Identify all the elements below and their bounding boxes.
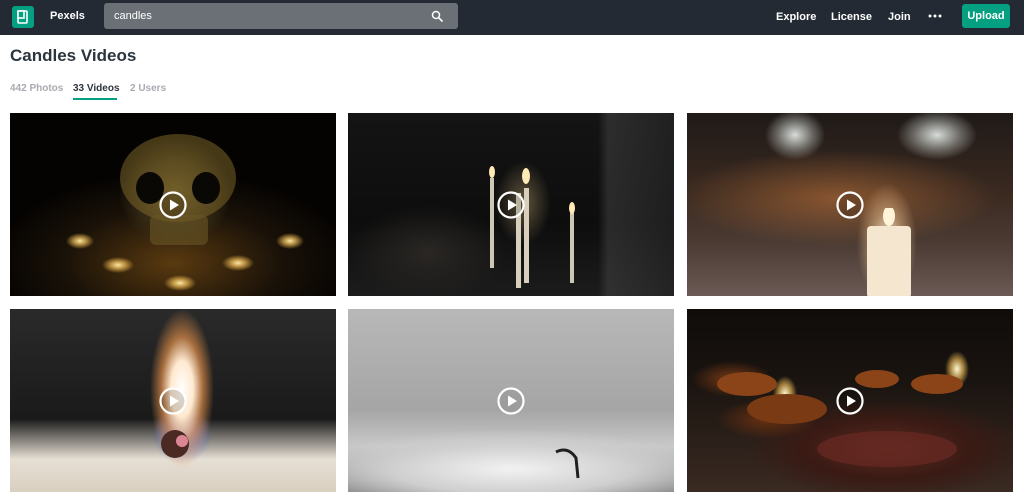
wick-shape bbox=[161, 430, 189, 458]
macro-wick-shape bbox=[555, 448, 580, 479]
video-thumbnail[interactable] bbox=[348, 309, 674, 492]
active-tab-indicator bbox=[73, 98, 117, 100]
video-thumbnail[interactable] bbox=[687, 113, 1013, 296]
play-icon[interactable] bbox=[497, 386, 525, 415]
pexels-logo-icon[interactable] bbox=[12, 6, 34, 28]
video-thumbnail[interactable] bbox=[10, 309, 336, 492]
search-bar[interactable] bbox=[104, 3, 458, 29]
tab-users[interactable]: 2 Users bbox=[130, 83, 166, 94]
play-icon[interactable] bbox=[836, 386, 864, 415]
top-navbar: Pexels Explore License Join Upload bbox=[0, 0, 1024, 35]
nav-link-join[interactable]: Join bbox=[888, 11, 911, 23]
play-icon[interactable] bbox=[159, 190, 187, 219]
play-icon[interactable] bbox=[497, 190, 525, 219]
tab-photos[interactable]: 442 Photos bbox=[10, 83, 63, 94]
tab-videos[interactable]: 33 Videos bbox=[73, 83, 120, 94]
play-icon[interactable] bbox=[836, 190, 864, 219]
brand-name[interactable]: Pexels bbox=[50, 10, 85, 22]
video-thumbnail[interactable] bbox=[687, 309, 1013, 492]
video-thumbnail[interactable] bbox=[10, 113, 336, 296]
pillar-candle-shape bbox=[867, 208, 911, 296]
nav-link-explore[interactable]: Explore bbox=[776, 11, 816, 23]
search-icon[interactable] bbox=[431, 10, 443, 22]
more-horizontal-icon[interactable] bbox=[928, 11, 942, 21]
upload-button[interactable]: Upload bbox=[962, 4, 1010, 28]
candles-shape bbox=[489, 166, 575, 288]
video-thumbnail[interactable] bbox=[348, 113, 674, 296]
page-title: Candles Videos bbox=[10, 46, 137, 65]
nav-link-license[interactable]: License bbox=[831, 11, 872, 23]
search-input[interactable] bbox=[104, 3, 424, 29]
play-icon[interactable] bbox=[159, 386, 187, 415]
